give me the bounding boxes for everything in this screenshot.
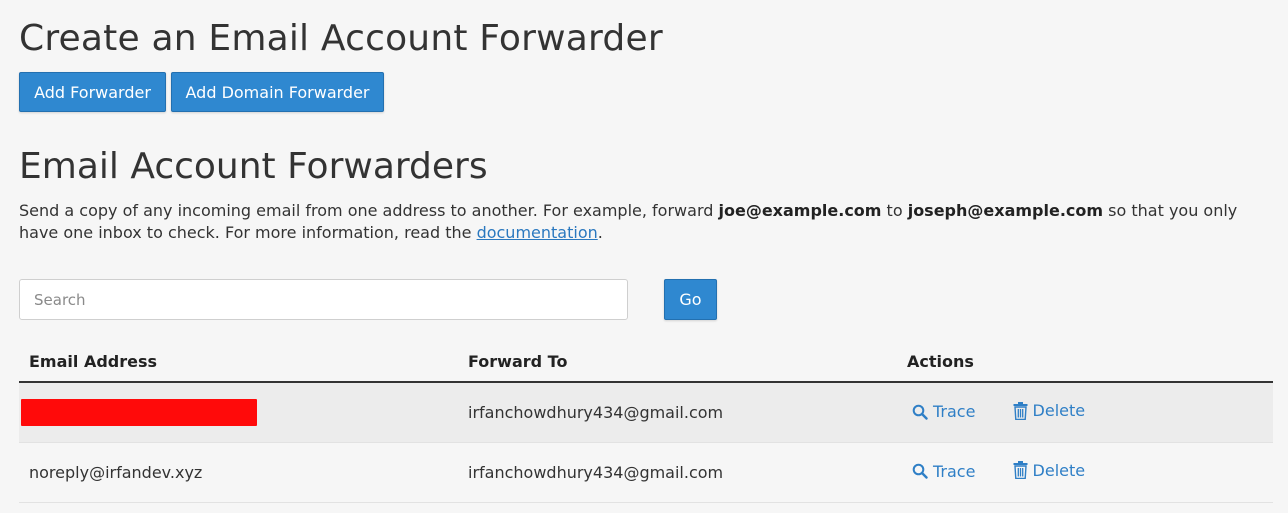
- delete-label: Delete: [1032, 460, 1086, 480]
- search-input[interactable]: [19, 279, 628, 320]
- example-from-address: joe@example.com: [718, 201, 882, 220]
- description-text: Send a copy of any incoming email from o…: [19, 201, 719, 220]
- search-icon: [912, 404, 928, 420]
- page-title: Create an Email Account Forwarder: [19, 18, 663, 59]
- forwarders-table: Email Address Forward To Actions irfanch…: [19, 342, 1273, 503]
- actions-cell: Trace Delete: [897, 442, 1273, 503]
- email-cell: [19, 382, 458, 443]
- delete-label: Delete: [1032, 401, 1086, 420]
- email-cell: noreply@irfandev.xyz: [19, 442, 458, 503]
- trace-link[interactable]: Trace: [912, 402, 975, 421]
- section-title: Email Account Forwarders: [19, 146, 488, 187]
- forward-to-cell: irfanchowdhury434@gmail.com: [458, 382, 897, 443]
- column-header-email[interactable]: Email Address: [19, 342, 458, 383]
- description-text: .: [597, 223, 603, 242]
- documentation-link[interactable]: documentation: [477, 223, 598, 242]
- column-header-forward-to[interactable]: Forward To: [458, 342, 897, 383]
- trace-link[interactable]: Trace: [912, 462, 975, 481]
- section-description: Send a copy of any incoming email from o…: [19, 200, 1279, 244]
- add-forwarder-button[interactable]: Add Forwarder: [19, 72, 166, 112]
- go-button[interactable]: Go: [664, 279, 717, 320]
- trash-icon: [1013, 461, 1028, 480]
- trace-label: Trace: [933, 402, 976, 421]
- actions-cell: Trace Delete: [897, 382, 1273, 443]
- example-to-address: joseph@example.com: [907, 201, 1104, 220]
- trace-label: Trace: [933, 461, 976, 481]
- delete-link[interactable]: Delete: [1013, 460, 1086, 480]
- table-header-row: Email Address Forward To Actions: [19, 342, 1273, 383]
- page: Create an Email Account Forwarder Add Fo…: [0, 0, 1288, 513]
- table-row: irfanchowdhury434@gmail.com Trace Delete: [19, 382, 1273, 443]
- description-text: to: [881, 201, 908, 220]
- delete-link[interactable]: Delete: [1013, 401, 1086, 420]
- trash-icon: [1013, 401, 1028, 420]
- table-row: noreply@irfandev.xyz irfanchowdhury434@g…: [19, 442, 1273, 503]
- add-domain-forwarder-button[interactable]: Add Domain Forwarder: [171, 72, 384, 112]
- column-header-actions: Actions: [897, 342, 1273, 383]
- forward-to-cell: irfanchowdhury434@gmail.com: [458, 442, 897, 503]
- redacted-email-block: [21, 398, 257, 426]
- search-icon: [912, 463, 928, 479]
